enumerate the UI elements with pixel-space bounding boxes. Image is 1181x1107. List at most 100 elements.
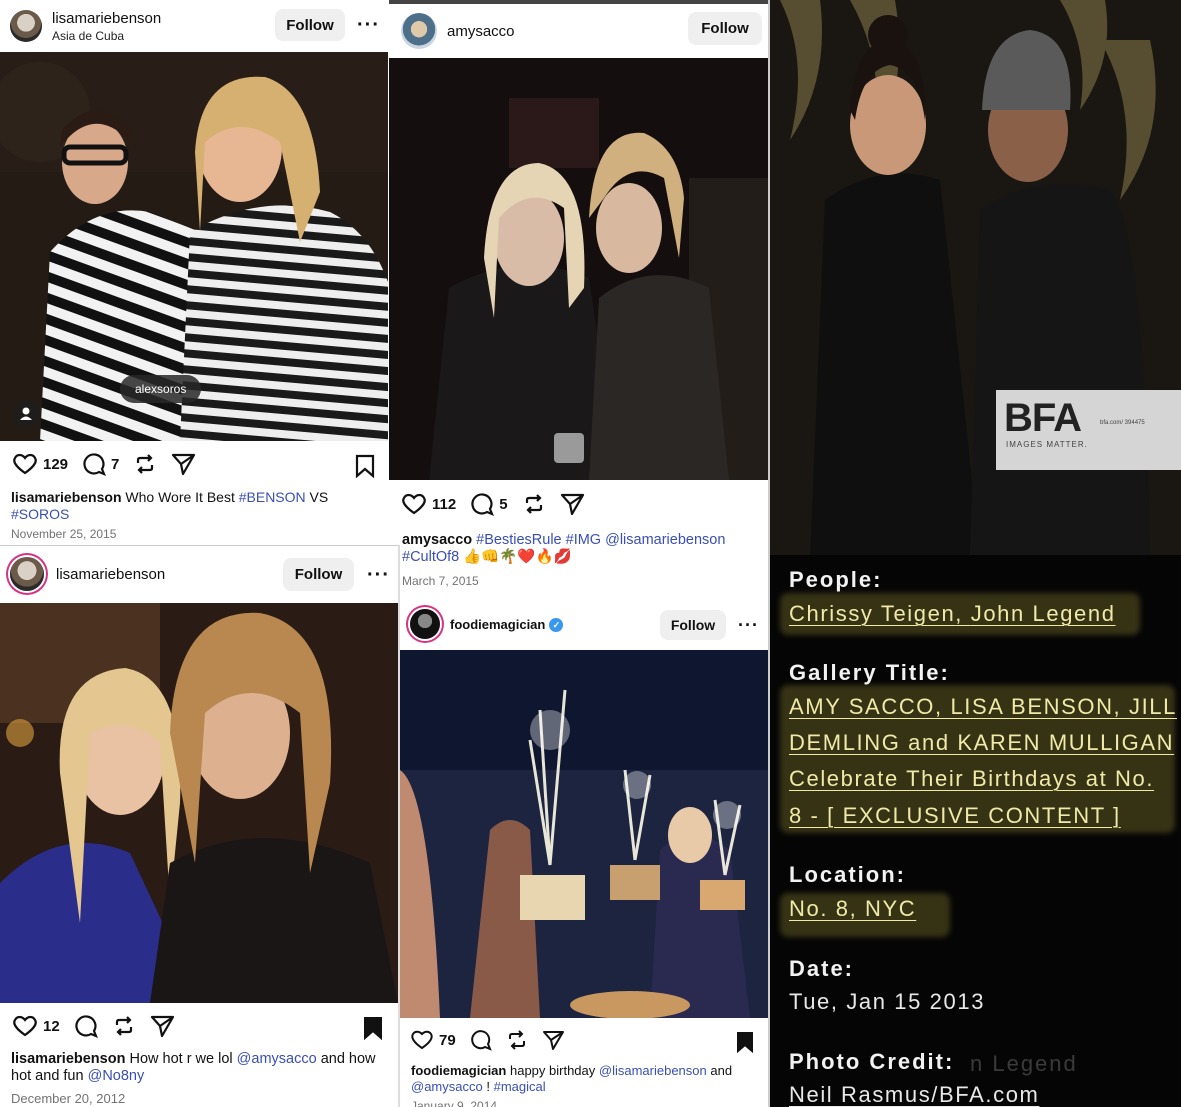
bookmark-icon[interactable] bbox=[354, 454, 376, 478]
repost-icon bbox=[137, 454, 154, 474]
repost-button[interactable] bbox=[522, 492, 546, 516]
post-lisamariebenson-1: lisamariebenson Asia de Cuba Follow ··· bbox=[0, 0, 388, 543]
verified-badge-icon: ✓ bbox=[549, 617, 564, 632]
caption: foodiemagician happy birthday @lisamarie… bbox=[411, 1063, 761, 1095]
location-label: Location: bbox=[789, 862, 906, 887]
gallery-title-label: Gallery Title: bbox=[789, 660, 950, 685]
comment-icon bbox=[471, 493, 495, 516]
post-photo[interactable] bbox=[400, 650, 768, 1018]
username[interactable]: lisamariebenson bbox=[52, 10, 161, 27]
like-button[interactable]: 112 bbox=[401, 492, 456, 516]
post-amysacco: amysacco Follow 112 5 amysacco #BestiesR… bbox=[389, 0, 769, 597]
column-divider bbox=[398, 545, 400, 1107]
photo-tag[interactable]: alexsoros bbox=[120, 375, 202, 403]
action-bar: 129 7 bbox=[0, 452, 388, 476]
avatar[interactable] bbox=[401, 13, 437, 49]
follow-button[interactable]: Follow bbox=[283, 558, 354, 591]
repost-icon bbox=[115, 1016, 132, 1036]
caption-emoji: 👍👊🌴❤️🔥💋 bbox=[463, 549, 572, 565]
date-value: Tue, Jan 15 2013 bbox=[789, 989, 986, 1014]
tagged-user-icon[interactable] bbox=[12, 400, 40, 428]
like-button[interactable]: 12 bbox=[12, 1014, 60, 1038]
repost-icon bbox=[508, 1030, 525, 1050]
more-options-icon[interactable]: ··· bbox=[367, 565, 390, 585]
username[interactable]: amysacco bbox=[447, 23, 515, 40]
people-separator: , bbox=[955, 601, 971, 626]
gallery-title-line[interactable]: 8 - [ EXCLUSIVE CONTENT ] bbox=[789, 803, 1121, 829]
hashtag[interactable]: #magical bbox=[494, 1079, 546, 1094]
username[interactable]: foodiemagician bbox=[450, 617, 545, 632]
bfa-photo: BFA IMAGES MATTER. bfa.com/ 394475 bbox=[770, 0, 1181, 555]
share-button[interactable] bbox=[171, 452, 197, 476]
follow-button[interactable]: Follow bbox=[688, 12, 762, 45]
share-button[interactable] bbox=[560, 492, 586, 516]
bfa-logo-tagline: IMAGES MATTER. bbox=[1006, 440, 1088, 449]
people-value: Chrissy Teigen, John Legend bbox=[789, 601, 1116, 627]
bfa-info-panel: People: Chrissy Teigen, John Legend Gall… bbox=[770, 555, 1181, 1107]
comment-button[interactable]: 7 bbox=[82, 452, 119, 476]
location[interactable]: Asia de Cuba bbox=[52, 29, 161, 43]
caption-username[interactable]: lisamariebenson bbox=[11, 1051, 125, 1067]
like-count: 12 bbox=[43, 1017, 60, 1035]
mention[interactable]: @amysacco bbox=[411, 1079, 483, 1094]
location-value[interactable]: No. 8, NYC bbox=[789, 896, 916, 922]
comment-button[interactable] bbox=[74, 1014, 98, 1038]
more-options-icon[interactable]: ··· bbox=[738, 616, 759, 634]
like-button[interactable]: 79 bbox=[410, 1029, 456, 1051]
caption-username[interactable]: lisamariebenson bbox=[11, 489, 122, 505]
more-options-icon[interactable]: ··· bbox=[357, 15, 380, 35]
hashtags[interactable]: #BestiesRule #IMG @lisamariebenson bbox=[476, 532, 725, 548]
share-button[interactable] bbox=[542, 1029, 566, 1051]
comment-count: 5 bbox=[499, 495, 508, 513]
caption-text: and bbox=[710, 1063, 733, 1078]
mention[interactable]: @amysacco bbox=[237, 1051, 317, 1067]
post-date: November 25, 2015 bbox=[11, 527, 117, 541]
avatar[interactable] bbox=[10, 557, 44, 591]
person-link[interactable]: Chrissy Teigen bbox=[789, 601, 955, 626]
share-icon bbox=[150, 1015, 174, 1038]
action-bar: 79 bbox=[400, 1029, 768, 1051]
post-photo[interactable] bbox=[0, 603, 398, 1003]
caption-username[interactable]: amysacco bbox=[402, 532, 472, 548]
gallery-title-line[interactable]: Celebrate Their Birthdays at No. bbox=[789, 766, 1154, 792]
share-icon bbox=[560, 493, 584, 516]
mention[interactable]: @No8ny bbox=[88, 1068, 145, 1084]
avatar[interactable] bbox=[10, 10, 42, 42]
hashtag[interactable]: #BENSON bbox=[239, 489, 306, 505]
follow-button[interactable]: Follow bbox=[275, 9, 345, 41]
hashtag[interactable]: #CultOf8 bbox=[402, 549, 459, 565]
post-foodiemagician: foodiemagician ✓ Follow ··· 79 foodiemag… bbox=[400, 598, 768, 1107]
photo-illustration bbox=[389, 58, 769, 480]
repost-button[interactable] bbox=[506, 1029, 528, 1051]
hashtag[interactable]: #SOROS bbox=[11, 506, 69, 522]
share-button[interactable] bbox=[150, 1014, 176, 1038]
caption-username[interactable]: foodiemagician bbox=[411, 1063, 506, 1078]
comment-button[interactable] bbox=[470, 1029, 492, 1051]
comment-icon bbox=[470, 1030, 492, 1051]
username[interactable]: lisamariebenson bbox=[56, 566, 165, 583]
bookmark-filled-icon[interactable] bbox=[735, 1031, 755, 1053]
gallery-title-line[interactable]: AMY SACCO, LISA BENSON, JILL bbox=[789, 694, 1177, 720]
bookmark-filled-icon[interactable] bbox=[362, 1016, 384, 1040]
comment-icon bbox=[75, 1015, 98, 1038]
avatar[interactable] bbox=[410, 609, 440, 639]
comment-button[interactable]: 5 bbox=[470, 492, 508, 516]
person-link[interactable]: John Legend bbox=[971, 601, 1116, 626]
like-button[interactable]: 129 bbox=[12, 452, 68, 476]
repost-button[interactable] bbox=[133, 452, 157, 476]
mention[interactable]: @lisamariebenson bbox=[599, 1063, 707, 1078]
caption: lisamariebenson How hot r we lol @amysac… bbox=[11, 1051, 391, 1085]
bfa-logo-small: bfa.com/ 394475 bbox=[1100, 420, 1145, 426]
comment-count: 7 bbox=[111, 455, 120, 473]
date-label: Date: bbox=[789, 956, 855, 981]
photo-credit-value[interactable]: Neil Rasmus/BFA.com bbox=[789, 1082, 1039, 1107]
post-photo[interactable] bbox=[389, 58, 769, 480]
people-label: People: bbox=[789, 567, 883, 592]
heart-icon bbox=[13, 1015, 37, 1037]
repost-button[interactable] bbox=[112, 1014, 136, 1038]
column-divider bbox=[768, 0, 770, 1107]
follow-button[interactable]: Follow bbox=[660, 610, 726, 640]
post-date: March 7, 2015 bbox=[402, 574, 479, 588]
share-icon bbox=[172, 453, 196, 476]
gallery-title-line[interactable]: DEMLING and KAREN MULLIGAN bbox=[789, 730, 1174, 756]
